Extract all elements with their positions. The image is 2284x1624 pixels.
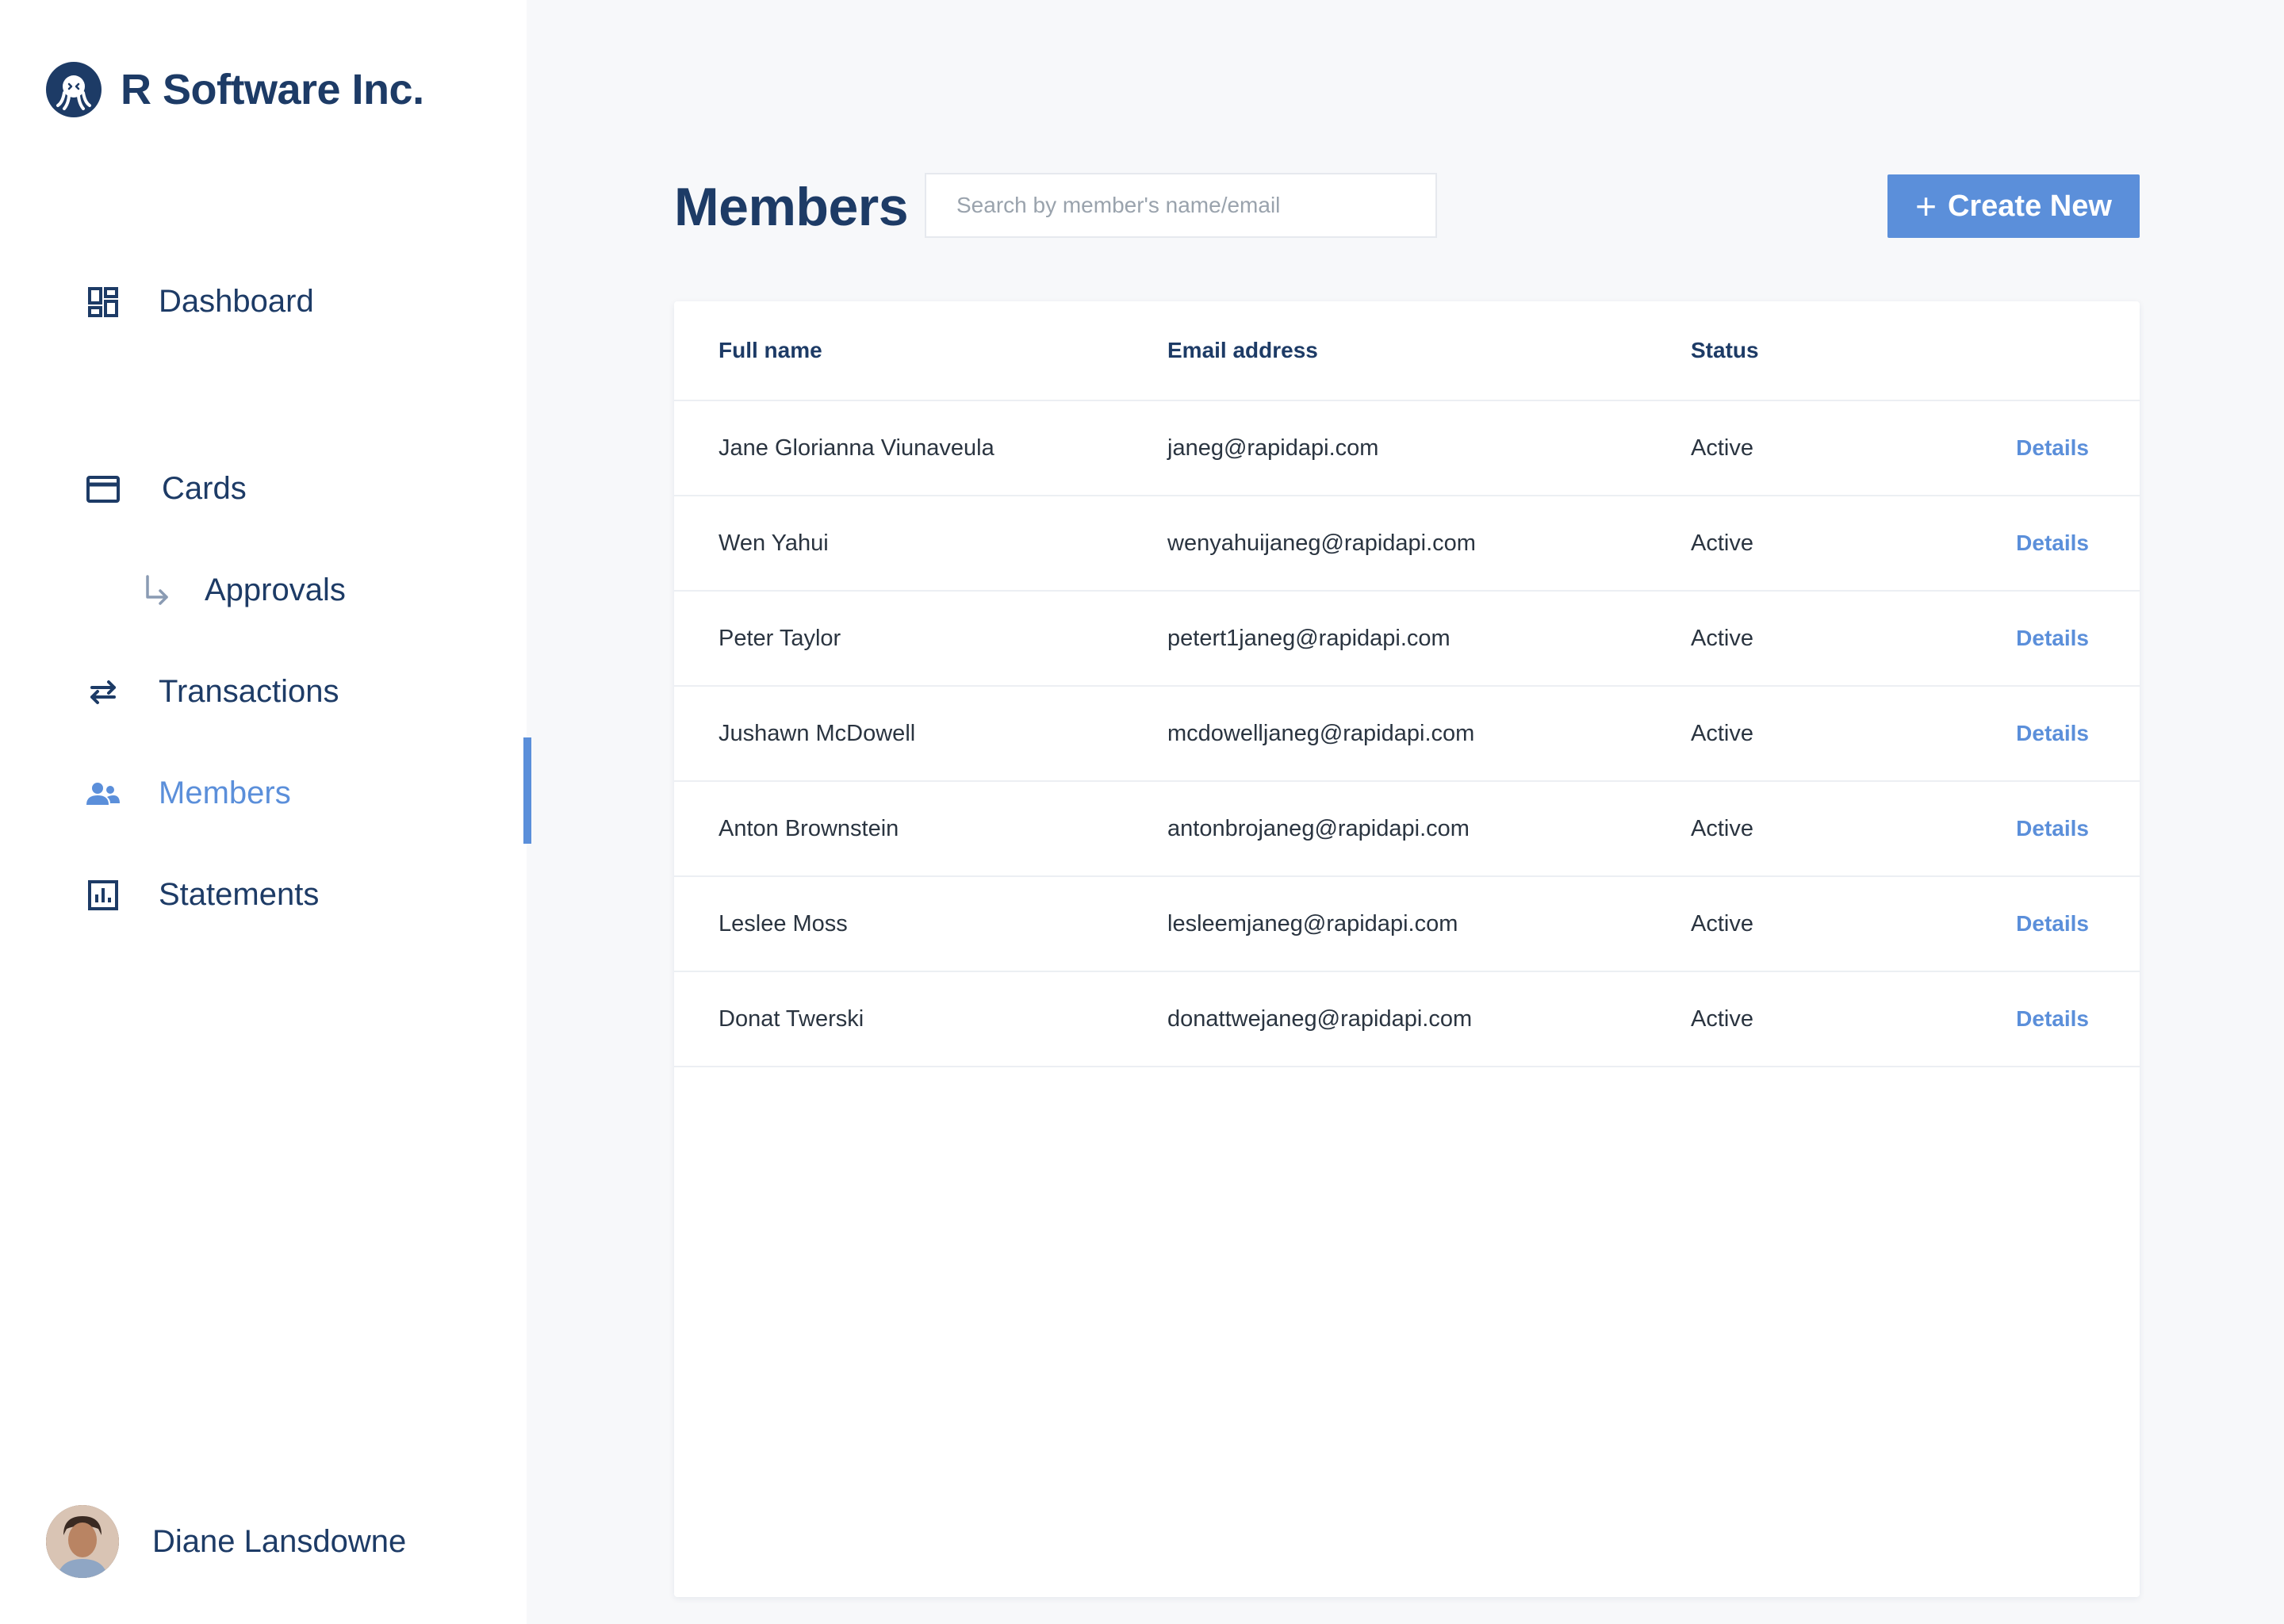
create-new-button[interactable]: + Create New (1887, 174, 2140, 238)
brand[interactable]: R Software Inc. (46, 62, 424, 117)
sidebar-item-statements[interactable]: Statements (86, 877, 319, 913)
user-name: Diane Lansdowne (152, 1523, 407, 1559)
subdirectory-arrow-icon (141, 573, 173, 608)
members-table: Full name Email address Status Jane Glor… (674, 301, 2140, 1597)
column-header-status[interactable]: Status (1691, 338, 1759, 363)
sidebar-item-members[interactable]: Members (86, 776, 291, 811)
brand-name: R Software Inc. (121, 66, 424, 113)
member-name: Leslee Moss (719, 910, 848, 936)
member-email: petert1janeg@rapidapi.com (1167, 625, 1450, 651)
member-status: Active (1691, 910, 1753, 936)
member-status: Active (1691, 435, 1753, 461)
member-status: Active (1691, 625, 1753, 651)
sidebar-item-label: Cards (162, 471, 247, 506)
column-header-name[interactable]: Full name (719, 338, 822, 363)
sidebar-item-cards[interactable]: Cards (86, 471, 247, 507)
create-new-label: Create New (1947, 189, 2112, 223)
member-status: Active (1691, 530, 1753, 556)
page-title: Members (674, 177, 909, 237)
sidebar-item-label: Approvals (205, 573, 346, 607)
table-row: Leslee Moss lesleemjaneg@rapidapi.com Ac… (674, 877, 2140, 972)
member-email: wenyahuijaneg@rapidapi.com (1167, 530, 1476, 556)
sidebar-item-label: Transactions (159, 674, 339, 709)
table-row: Jushawn McDowell mcdowelljaneg@rapidapi.… (674, 687, 2140, 782)
bar-chart-icon (86, 878, 121, 913)
details-link[interactable]: Details (2016, 530, 2089, 556)
member-name: Peter Taylor (719, 625, 841, 651)
member-name: Jushawn McDowell (719, 720, 916, 746)
table-row: Jane Glorianna Viunaveula janeg@rapidapi… (674, 401, 2140, 496)
dashboard-icon (86, 285, 121, 320)
table-row: Peter Taylor petert1janeg@rapidapi.com A… (674, 592, 2140, 687)
sidebar-item-approvals[interactable]: Approvals (141, 573, 346, 608)
member-status: Active (1691, 815, 1753, 841)
table-row: Wen Yahui wenyahuijaneg@rapidapi.com Act… (674, 496, 2140, 592)
member-email: lesleemjaneg@rapidapi.com (1167, 910, 1458, 936)
table-header: Full name Email address Status (674, 301, 2140, 401)
avatar (46, 1505, 119, 1578)
details-link[interactable]: Details (2016, 911, 2089, 936)
details-link[interactable]: Details (2016, 1006, 2089, 1032)
people-icon (86, 776, 121, 811)
octopus-logo-icon (46, 62, 102, 117)
user-profile[interactable]: Diane Lansdowne (46, 1505, 406, 1578)
swap-arrows-icon (86, 675, 121, 710)
member-name: Wen Yahui (719, 530, 829, 556)
search-input[interactable] (925, 173, 1437, 238)
details-link[interactable]: Details (2016, 435, 2089, 461)
member-email: mcdowelljaneg@rapidapi.com (1167, 720, 1475, 746)
member-email: antonbrojaneg@rapidapi.com (1167, 815, 1470, 841)
member-status: Active (1691, 720, 1753, 746)
member-status: Active (1691, 1005, 1753, 1032)
credit-card-icon (86, 472, 121, 507)
details-link[interactable]: Details (2016, 626, 2089, 651)
member-email: janeg@rapidapi.com (1167, 435, 1379, 461)
member-name: Anton Brownstein (719, 815, 899, 841)
sidebar-item-transactions[interactable]: Transactions (86, 674, 339, 710)
sidebar-item-label: Members (159, 776, 291, 810)
plus-icon: + (1915, 186, 1937, 227)
sidebar-item-label: Dashboard (159, 284, 314, 319)
table-row: Anton Brownstein antonbrojaneg@rapidapi.… (674, 782, 2140, 877)
table-row: Donat Twerski donattwejaneg@rapidapi.com… (674, 972, 2140, 1067)
sidebar-item-label: Statements (159, 877, 320, 912)
member-name: Jane Glorianna Viunaveula (719, 435, 994, 461)
member-email: donattwejaneg@rapidapi.com (1167, 1005, 1473, 1032)
sidebar: R Software Inc. Dashboard Cards Approval… (0, 0, 527, 1624)
column-header-email[interactable]: Email address (1167, 338, 1318, 363)
sidebar-item-dashboard[interactable]: Dashboard (86, 284, 314, 320)
active-indicator (523, 737, 531, 844)
member-name: Donat Twerski (719, 1005, 864, 1032)
details-link[interactable]: Details (2016, 816, 2089, 841)
details-link[interactable]: Details (2016, 721, 2089, 746)
